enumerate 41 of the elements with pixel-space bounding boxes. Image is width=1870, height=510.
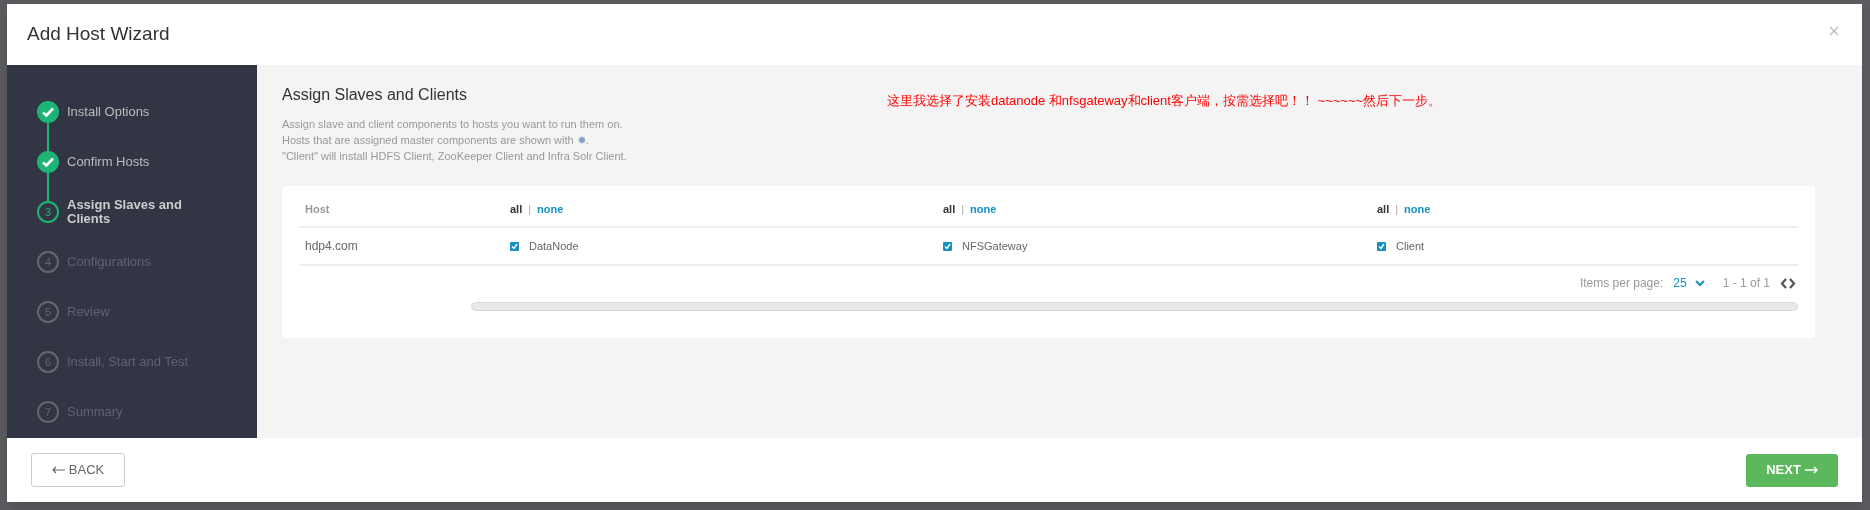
select-all-link[interactable]: all	[943, 200, 956, 218]
component-label: Client	[1396, 238, 1425, 254]
horizontal-scrollbar[interactable]	[471, 302, 1798, 311]
checkbox[interactable]	[943, 241, 952, 251]
step-number: 3	[37, 201, 59, 223]
items-per-page-select[interactable]: 25	[1673, 274, 1705, 292]
select-none-link[interactable]: none	[537, 200, 564, 218]
checkbox[interactable]	[1377, 241, 1386, 251]
annotation-text: 这里我选择了安装datanode 和nfsgateway和client客户端，按需选择吧！！ ~~~~~~然后下一步。	[887, 92, 1442, 110]
step-label[interactable]: Confirm Hosts	[67, 155, 202, 169]
component-label: NFSGateway	[962, 238, 1028, 254]
window-title: Add Host Wizard	[27, 22, 170, 47]
master-component-icon	[577, 136, 586, 144]
section-heading: Assign Slaves and Clients	[282, 85, 468, 105]
separator: |	[1395, 201, 1399, 217]
close-icon[interactable]	[1829, 25, 1839, 36]
select-all-link[interactable]: all	[1377, 200, 1390, 218]
next-button[interactable]: NEXT	[1746, 453, 1838, 487]
select-all-link[interactable]: all	[510, 200, 523, 218]
component-label: DataNode	[529, 238, 579, 254]
description-text: Hosts that are assigned master components are shown with	[282, 133, 574, 148]
description-text: "Client" will install HDFS Client, ZooKeeper Client and Infra Solr Client.	[282, 149, 627, 164]
select-none-link[interactable]: none	[1404, 200, 1431, 218]
checkbox[interactable]	[510, 241, 519, 251]
host-name: hdp4.com	[305, 238, 359, 255]
description-text: .	[585, 133, 589, 148]
items-per-page-label: Items per page:	[1579, 275, 1664, 292]
arrow-right-icon	[1803, 466, 1818, 474]
chevron-down-icon	[1694, 279, 1705, 287]
step-label[interactable]: Install Options	[67, 105, 202, 119]
next-page-icon[interactable]	[1789, 277, 1796, 289]
previous-page-icon[interactable]	[1780, 277, 1787, 289]
column-header: Host	[305, 201, 331, 217]
separator: |	[528, 201, 532, 217]
separator: |	[961, 201, 965, 217]
back-button[interactable]: BACK	[31, 453, 125, 487]
description-text: Assign slave and client components to hosts you want to run them on.	[282, 117, 623, 132]
step-label[interactable]: Assign Slaves and Clients	[67, 198, 202, 226]
page-range: 1 - 1 of 1	[1722, 275, 1770, 292]
select-none-link[interactable]: none	[970, 200, 997, 218]
arrow-left-icon	[51, 466, 66, 474]
